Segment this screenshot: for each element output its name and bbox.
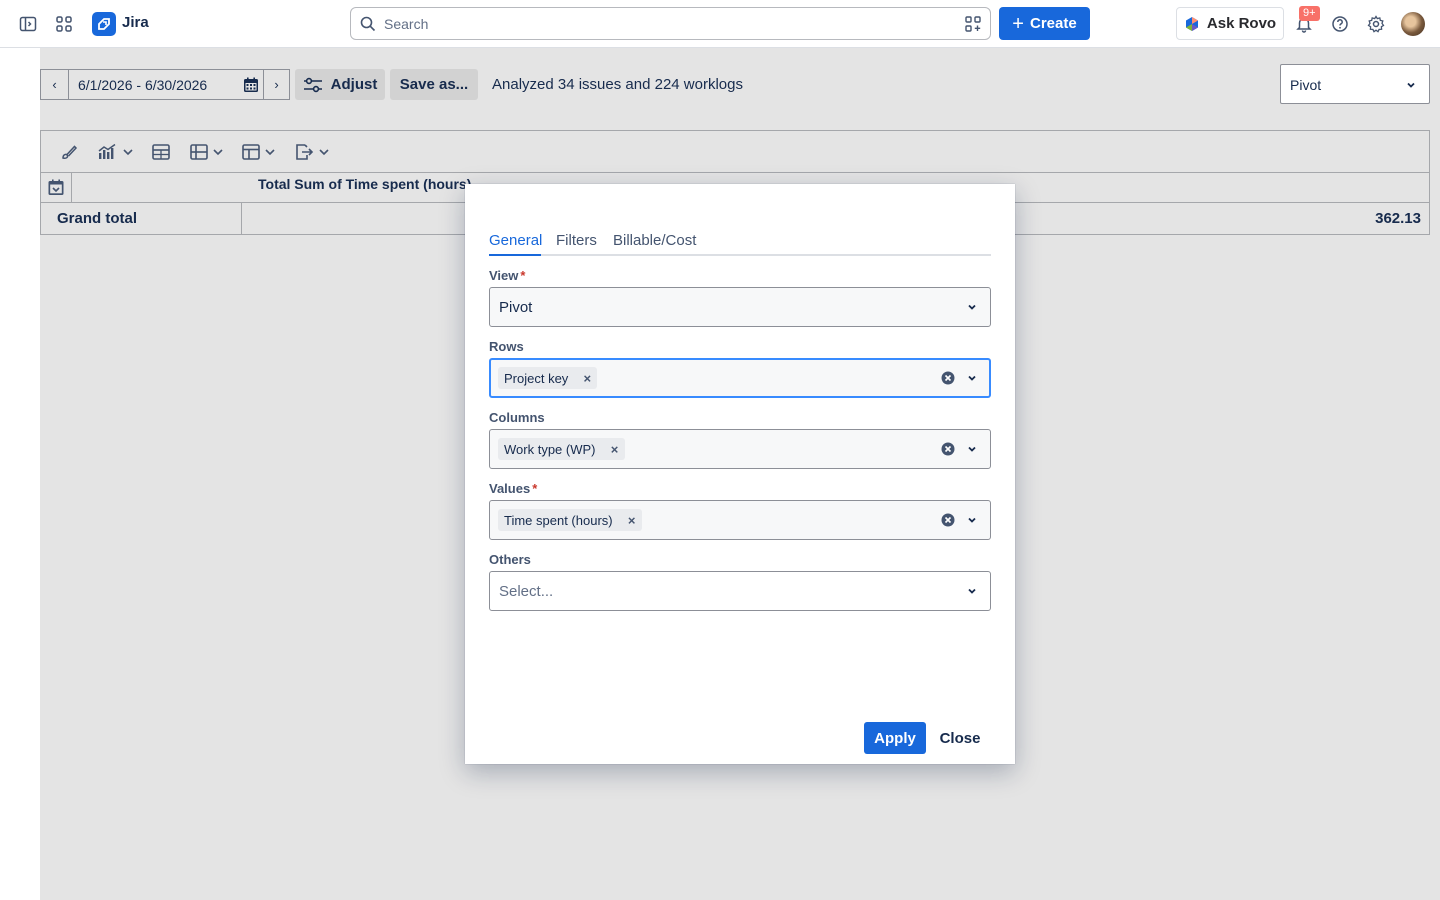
- rows-chip-project-key: Project key ×: [498, 367, 598, 389]
- analyzed-summary-text: Analyzed 34 issues and 224 worklogs: [492, 76, 743, 93]
- rows-multiselect[interactable]: Project key ×: [489, 358, 991, 398]
- create-label: Create: [1029, 15, 1077, 32]
- chevron-down-icon: [968, 304, 976, 310]
- chip-label: Project key: [504, 370, 569, 386]
- notification-badge: 9+: [1299, 6, 1320, 21]
- column-layout-dropdown[interactable]: [241, 142, 276, 162]
- remove-chip-icon[interactable]: ×: [577, 367, 597, 389]
- values-chip-time-spent: Time spent (hours) ×: [498, 509, 642, 531]
- columns-multiselect[interactable]: Work type (WP) ×: [489, 429, 991, 469]
- chevron-down-icon: [968, 517, 976, 523]
- date-range-text[interactable]: 6/1/2026 - 6/30/2026: [78, 77, 207, 93]
- table-view-icon[interactable]: [151, 142, 171, 162]
- format-brush-icon[interactable]: [59, 142, 79, 162]
- active-tab-indicator: [489, 254, 541, 256]
- chart-icon: [98, 143, 116, 159]
- sidebar-toggle-icon[interactable]: [16, 12, 40, 36]
- others-select[interactable]: Select...: [489, 571, 991, 611]
- view-type-select[interactable]: Pivot: [1280, 64, 1430, 104]
- others-field-label: Others: [489, 552, 531, 567]
- left-rail: [0, 48, 40, 900]
- chevron-down-icon: [213, 149, 223, 156]
- app-name[interactable]: Jira: [122, 14, 149, 31]
- search-filter-icon[interactable]: [964, 15, 982, 33]
- remove-chip-icon[interactable]: ×: [622, 509, 642, 531]
- chip-label: Work type (WP): [504, 441, 596, 457]
- chevron-down-icon: [123, 149, 133, 156]
- clear-selection-icon[interactable]: [941, 513, 955, 527]
- jira-logo-icon[interactable]: [92, 12, 116, 36]
- close-button[interactable]: Close: [934, 722, 986, 754]
- sliders-icon: [303, 77, 322, 92]
- previous-period-button[interactable]: ‹: [41, 70, 69, 99]
- pivot-settings-dialog: General Filters Billable/Cost View * Pivo…: [465, 184, 1015, 764]
- ask-rovo-button[interactable]: Ask Rovo: [1176, 7, 1284, 40]
- top-navigation: Jira Search + Create Ask Rovo 9+: [0, 0, 1440, 48]
- values-field-label: Values *: [489, 481, 537, 496]
- export-icon: [296, 144, 314, 160]
- view-label-text: View: [489, 268, 519, 283]
- remove-chip-icon[interactable]: ×: [605, 438, 625, 460]
- clear-selection-icon[interactable]: [941, 371, 955, 385]
- rows-layout-icon: [190, 144, 208, 160]
- chip-label: Time spent (hours): [504, 512, 613, 528]
- others-placeholder: Select...: [499, 583, 554, 600]
- rovo-icon: [1185, 16, 1198, 31]
- chevron-down-icon: [265, 149, 275, 156]
- chevron-down-icon: [319, 149, 329, 156]
- create-button[interactable]: + Create: [999, 7, 1090, 40]
- chevron-down-icon: [968, 446, 976, 452]
- help-icon[interactable]: [1328, 12, 1352, 36]
- pivot-config-icon[interactable]: [41, 173, 72, 203]
- plus-icon: +: [1012, 12, 1024, 35]
- values-multiselect[interactable]: Time spent (hours) ×: [489, 500, 991, 540]
- required-marker: *: [532, 481, 538, 496]
- search-placeholder: Search: [384, 16, 429, 32]
- columns-chip-work-type: Work type (WP) ×: [498, 438, 625, 460]
- chart-type-dropdown[interactable]: [97, 142, 134, 162]
- calendar-icon[interactable]: [242, 76, 260, 94]
- save-as-button[interactable]: Save as...: [390, 69, 478, 100]
- settings-gear-icon[interactable]: [1364, 12, 1388, 36]
- view-select[interactable]: Pivot: [489, 287, 991, 327]
- chevron-down-icon: [968, 375, 976, 381]
- grand-total-label-cell: Grand total: [41, 203, 242, 234]
- view-type-value: Pivot: [1290, 77, 1322, 93]
- adjust-button[interactable]: Adjust: [295, 69, 385, 100]
- columns-layout-icon: [242, 144, 260, 160]
- view-field-label: View *: [489, 268, 525, 283]
- pivot-value-header: Total Sum of Time spent (hours): [258, 176, 472, 192]
- grand-total-label: Grand total: [57, 210, 138, 227]
- adjust-label: Adjust: [330, 76, 378, 93]
- pivot-toolbar: [41, 131, 1429, 173]
- search-input[interactable]: Search: [350, 7, 991, 40]
- clear-selection-icon[interactable]: [941, 442, 955, 456]
- rows-field-label: Rows: [489, 339, 524, 354]
- columns-field-label: Columns: [489, 410, 545, 425]
- export-dropdown[interactable]: [293, 142, 330, 162]
- tab-general[interactable]: General: [489, 232, 542, 249]
- tab-billable-cost[interactable]: Billable/Cost: [613, 232, 696, 249]
- chevron-down-icon: [1407, 82, 1415, 88]
- user-avatar[interactable]: [1401, 12, 1425, 36]
- chevron-down-icon: [968, 588, 976, 594]
- search-icon: [360, 16, 376, 32]
- date-range-picker[interactable]: ‹ 6/1/2026 - 6/30/2026 ›: [40, 69, 290, 100]
- tab-filters[interactable]: Filters: [556, 232, 597, 249]
- view-select-value: Pivot: [499, 299, 533, 316]
- ask-rovo-label: Ask Rovo: [1206, 15, 1277, 32]
- required-marker: *: [520, 268, 526, 283]
- row-layout-dropdown[interactable]: [189, 142, 224, 162]
- settings-tabs: General Filters Billable/Cost: [489, 231, 991, 256]
- app-switcher-icon[interactable]: [52, 12, 76, 36]
- grand-total-value: 362.13: [1375, 210, 1421, 227]
- apply-button[interactable]: Apply: [864, 722, 926, 754]
- next-period-button[interactable]: ›: [263, 70, 289, 99]
- values-label-text: Values: [489, 481, 531, 496]
